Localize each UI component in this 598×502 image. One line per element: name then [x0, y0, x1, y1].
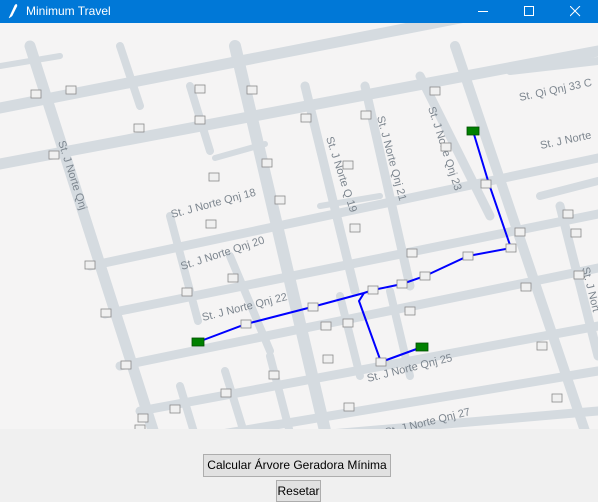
street-label: St. J Norte Qnj 18	[170, 187, 258, 221]
graph-node[interactable]	[194, 84, 206, 94]
graph-node[interactable]	[274, 195, 286, 205]
graph-node[interactable]	[419, 271, 431, 281]
graph-node[interactable]	[440, 142, 452, 152]
selected-node[interactable]	[466, 126, 480, 136]
graph-node[interactable]	[406, 248, 418, 258]
graph-node[interactable]	[205, 219, 217, 229]
graph-node[interactable]	[514, 227, 526, 237]
graph-node[interactable]	[307, 302, 319, 312]
calculate-mst-button[interactable]: Calcular Árvore Geradora Mínima	[203, 454, 391, 477]
graph-node[interactable]	[220, 388, 232, 398]
graph-node[interactable]	[322, 354, 334, 364]
graph-node[interactable]	[194, 115, 206, 125]
window-title: Minimum Travel	[26, 4, 111, 18]
graph-node[interactable]	[261, 158, 273, 168]
street-label: St. Qi Qnj 33 C	[518, 77, 593, 104]
maximize-button[interactable]	[506, 0, 552, 23]
graph-node[interactable]	[349, 223, 361, 233]
graph-node[interactable]	[246, 85, 258, 95]
graph-node[interactable]	[320, 321, 332, 331]
graph-node[interactable]	[120, 360, 132, 370]
control-panel: Calcular Árvore Geradora Mínima Resetar	[0, 429, 598, 502]
road	[221, 367, 248, 429]
graph-node[interactable]	[137, 413, 149, 423]
graph-node[interactable]	[429, 86, 441, 96]
graph-node[interactable]	[84, 260, 96, 270]
close-button[interactable]	[552, 0, 598, 23]
map-canvas[interactable]: St. J Norte Qnj St. J Norte Qnj 18 St. J…	[0, 23, 598, 429]
selected-node[interactable]	[191, 337, 205, 347]
graph-node[interactable]	[65, 85, 77, 95]
graph-node[interactable]	[562, 209, 574, 219]
graph-node[interactable]	[240, 319, 252, 329]
road-network	[0, 23, 598, 429]
graph-node[interactable]	[342, 160, 354, 170]
graph-node[interactable]	[300, 113, 312, 123]
graph-node[interactable]	[573, 270, 585, 280]
graph-node[interactable]	[343, 402, 355, 412]
graph-node[interactable]	[342, 318, 354, 328]
road	[536, 177, 598, 200]
graph-node[interactable]	[536, 341, 548, 351]
road	[176, 382, 198, 429]
graph-node[interactable]	[404, 306, 416, 316]
graph-node[interactable]	[505, 243, 517, 253]
graph-node[interactable]	[551, 393, 563, 403]
feather-icon	[8, 3, 18, 19]
graph-node[interactable]	[169, 404, 181, 414]
graph-node[interactable]	[367, 285, 379, 295]
graph-node[interactable]	[100, 308, 112, 318]
graph-node[interactable]	[462, 251, 474, 261]
maximize-icon	[524, 6, 534, 16]
graph-node[interactable]	[396, 279, 408, 289]
graph-node[interactable]	[360, 110, 372, 120]
graph-node[interactable]	[48, 150, 60, 160]
street-label: St. J Norte	[539, 129, 592, 152]
close-icon	[570, 6, 581, 17]
graph-node[interactable]	[570, 228, 582, 238]
graph-node[interactable]	[30, 89, 42, 99]
title-bar: Minimum Travel	[0, 0, 598, 23]
graph-node[interactable]	[520, 282, 532, 292]
graph-node[interactable]	[208, 172, 220, 182]
graph-node[interactable]	[268, 370, 280, 380]
minimize-button[interactable]	[460, 0, 506, 23]
reset-button[interactable]: Resetar	[276, 480, 321, 502]
selected-node[interactable]	[415, 342, 429, 352]
graph-node[interactable]	[181, 287, 193, 297]
graph-node[interactable]	[480, 179, 492, 189]
road	[336, 292, 364, 380]
minimize-icon	[478, 11, 488, 12]
street-map[interactable]: St. J Norte Qnj St. J Norte Qnj 18 St. J…	[0, 23, 598, 429]
graph-node[interactable]	[133, 123, 145, 133]
graph-node[interactable]	[375, 357, 387, 367]
graph-node[interactable]	[227, 273, 239, 283]
